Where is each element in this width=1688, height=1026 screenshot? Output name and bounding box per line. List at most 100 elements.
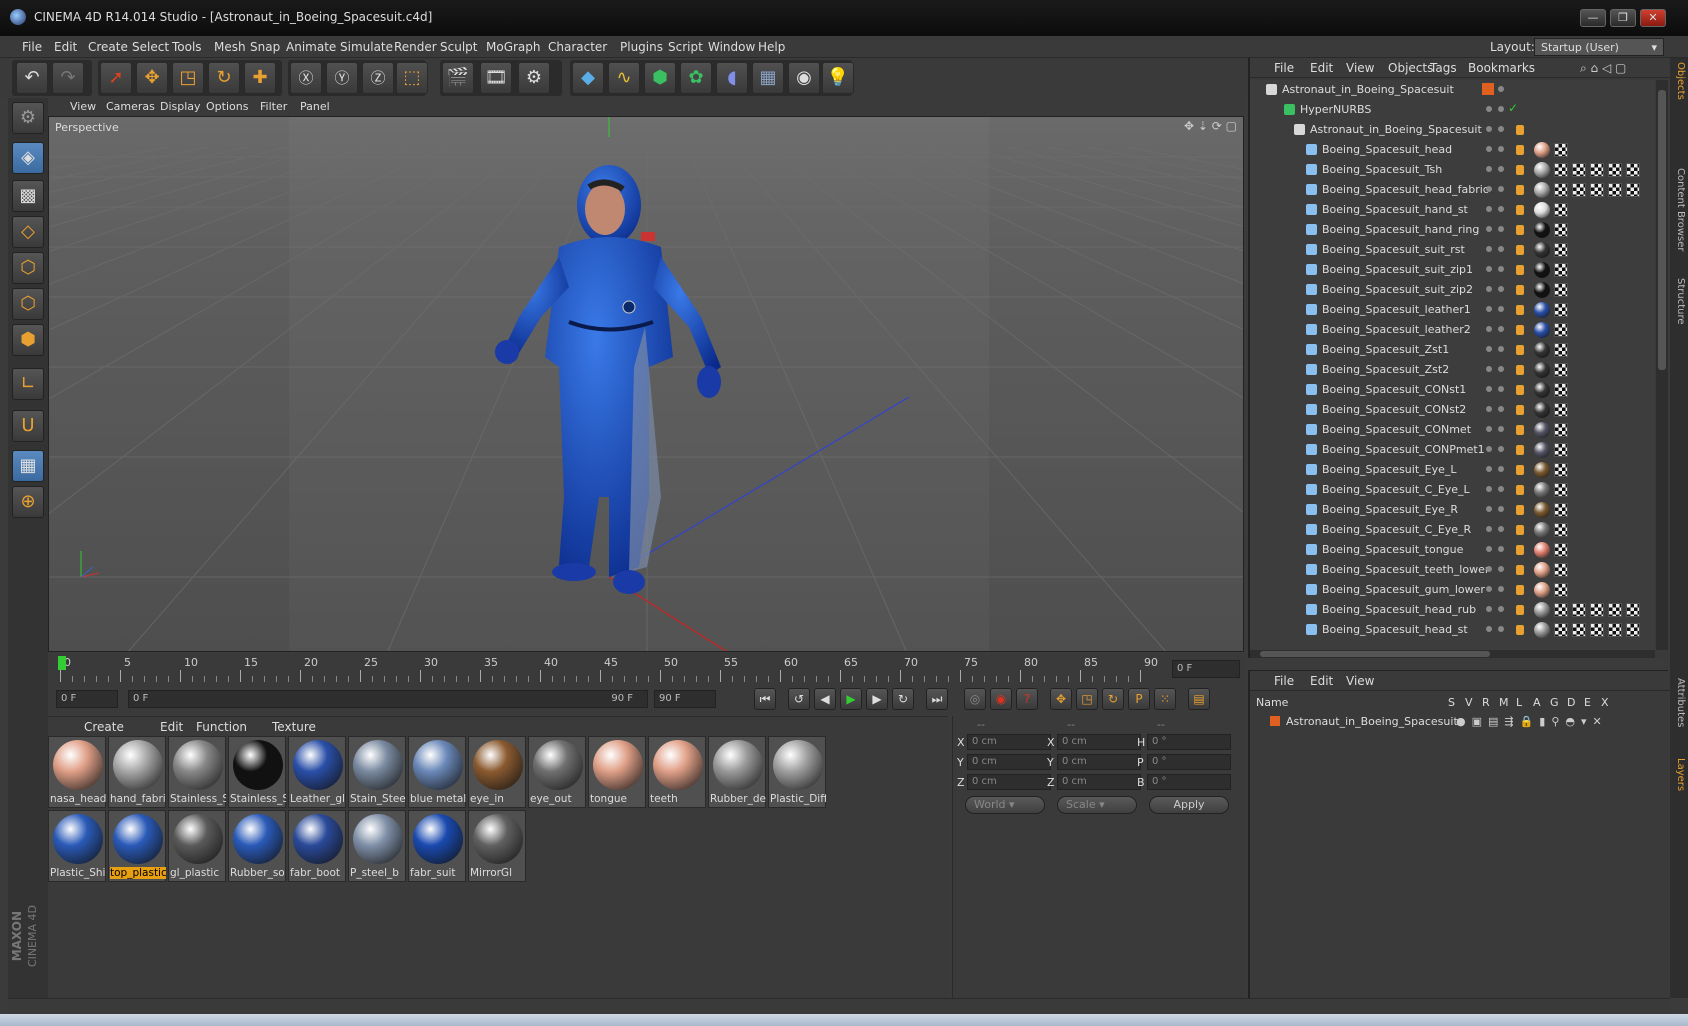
locked-workplane-icon[interactable]: ⊕ [12,486,44,518]
phong-tag-icon[interactable] [1516,525,1524,535]
editor-visibility-dot[interactable] [1486,386,1492,392]
menu-snap[interactable]: Snap [250,40,280,54]
material-swatch[interactable]: Stainless_S [168,736,226,808]
move-icon[interactable]: ✥ [136,62,168,94]
editor-visibility-dot[interactable] [1486,246,1492,252]
undo-icon[interactable]: ↶ [16,62,48,94]
side-tab-attributes[interactable]: Attributes [1672,678,1686,727]
render-settings-icon[interactable]: ⚙ [518,62,550,94]
previous-key-icon[interactable]: ↺ [788,688,810,710]
menu-help[interactable]: Help [758,40,785,54]
phong-tag-icon[interactable] [1516,405,1524,415]
material-swatch[interactable]: tongue [588,736,646,808]
menu-window[interactable]: Window [708,40,755,54]
texture-tag-icon[interactable] [1554,563,1568,577]
texture-tag-icon[interactable] [1590,183,1604,197]
editor-visibility-dot[interactable] [1486,106,1492,112]
object-row[interactable]: Boeing_Spacesuit_Zst1 [1250,340,1655,360]
timeline-ruler[interactable]: 0 5 10 15 20 25 30 35 40 45 50 55 60 65 70 75 80 85 90 [60,656,1180,682]
x-axis-icon[interactable]: Ⓧ [290,62,322,94]
keyframe-selection-icon[interactable]: ? [1016,688,1038,710]
material-tag-icon[interactable] [1534,302,1550,318]
material-menu-function[interactable]: Function [196,720,247,734]
menu-file[interactable]: File [22,40,42,54]
frame-range-slider[interactable]: 0 F 90 F [128,690,648,708]
editor-visibility-dot[interactable] [1486,406,1492,412]
layer-column-a[interactable]: A [1533,696,1541,709]
texture-tag-icon[interactable] [1554,543,1568,557]
rotate-icon[interactable]: ↻ [208,62,240,94]
editor-visibility-dot[interactable] [1486,546,1492,552]
phong-tag-icon[interactable] [1516,385,1524,395]
coord-value-field[interactable]: 0 ° [1147,754,1231,770]
texture-tag-icon[interactable] [1554,403,1568,417]
workplane-icon[interactable]: ◇ [12,216,44,248]
phong-tag-icon[interactable] [1516,445,1524,455]
editor-visibility-dot[interactable] [1486,326,1492,332]
material-tag-icon[interactable] [1534,522,1550,538]
render-visibility-dot[interactable] [1498,466,1504,472]
render-visibility-dot[interactable] [1498,426,1504,432]
go-to-start-icon[interactable]: ⏮ [754,688,776,710]
render-visibility-dot[interactable] [1498,146,1504,152]
phong-tag-icon[interactable] [1516,225,1524,235]
material-tag-icon[interactable] [1534,502,1550,518]
phong-tag-icon[interactable] [1516,545,1524,555]
editor-visibility-dot[interactable] [1486,286,1492,292]
editor-visibility-dot[interactable] [1486,366,1492,372]
material-tag-icon[interactable] [1534,382,1550,398]
coordinate-system-icon[interactable]: ⬚ [396,62,428,94]
menu-plugins[interactable]: Plugins [620,40,663,54]
material-swatch[interactable]: top_plastic [108,810,166,882]
apply-button[interactable]: Apply [1149,796,1229,814]
object-row[interactable]: Boeing_Spacesuit_leather1 [1250,300,1655,320]
material-tag-icon[interactable] [1534,402,1550,418]
side-tab-content-browser[interactable]: Content Browser [1672,168,1686,251]
material-menu-create[interactable]: Create [84,720,124,734]
texture-tag-icon[interactable] [1572,623,1586,637]
viewport-menu-filter[interactable]: Filter [260,100,287,113]
next-frame-icon[interactable]: ▶ [866,688,888,710]
side-tab-layers[interactable]: Layers [1672,758,1686,791]
editor-visibility-dot[interactable] [1486,606,1492,612]
texture-tag-icon[interactable] [1554,483,1568,497]
coord-value-field[interactable]: 0 cm [1057,734,1141,750]
render-visibility-dot[interactable] [1498,226,1504,232]
texture-tag-icon[interactable] [1554,623,1568,637]
layer-column-e[interactable]: E [1584,696,1591,709]
texture-tag-icon[interactable] [1554,523,1568,537]
texture-tag-icon[interactable] [1554,223,1568,237]
material-tag-icon[interactable] [1534,462,1550,478]
layer-column-r[interactable]: R [1482,696,1490,709]
object-menu-bookmarks[interactable]: Bookmarks [1468,61,1535,75]
material-menu-texture[interactable]: Texture [272,720,316,734]
axis-mode-icon[interactable]: ∟ [12,368,44,400]
menu-mograph[interactable]: MoGraph [486,40,541,54]
object-list-scrollbar[interactable] [1656,80,1668,650]
layer-column-x[interactable]: X [1601,696,1609,709]
render-visibility-dot[interactable] [1498,446,1504,452]
viewport-nav-icons[interactable]: ✥ ⇣ ⟳ ▢ [1184,119,1237,133]
layer-column-v[interactable]: V [1465,696,1473,709]
object-row[interactable]: Boeing_Spacesuit_CONst1 [1250,380,1655,400]
phong-tag-icon[interactable] [1516,485,1524,495]
phong-tag-icon[interactable] [1516,505,1524,515]
render-visibility-dot[interactable] [1498,106,1504,112]
render-visibility-dot[interactable] [1498,86,1504,92]
texture-tag-icon[interactable] [1626,163,1640,177]
menu-mesh[interactable]: Mesh [214,40,246,54]
render-view-icon[interactable]: 🎬 [442,62,474,94]
material-swatch[interactable]: eye_in [468,736,526,808]
material-swatch[interactable]: gl_plastic [168,810,226,882]
object-row[interactable]: Boeing_Spacesuit_CONPmet1 [1250,440,1655,460]
object-row[interactable]: Boeing_Spacesuit_head_st [1250,620,1655,640]
texture-tag-icon[interactable] [1608,623,1622,637]
menu-tools[interactable]: Tools [172,40,202,54]
model-mode-icon[interactable]: ◈ [12,142,44,174]
texture-tag-icon[interactable] [1572,183,1586,197]
material-tag-icon[interactable] [1534,582,1550,598]
render-visibility-dot[interactable] [1498,486,1504,492]
texture-tag-icon[interactable] [1572,163,1586,177]
object-row[interactable]: Boeing_Spacesuit_head [1250,140,1655,160]
scale-dropdown[interactable]: Scale ▾ [1057,796,1137,814]
